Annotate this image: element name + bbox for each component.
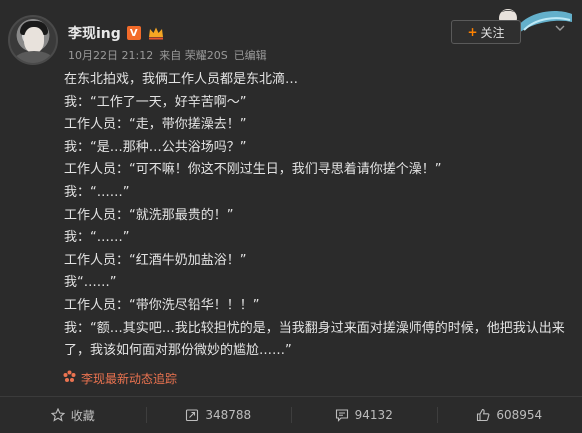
trace-link[interactable]: 李现最新动态追踪 <box>63 370 177 387</box>
plus-icon: + <box>467 25 478 39</box>
repost-button[interactable]: 348788 <box>145 397 292 433</box>
repost-icon <box>186 409 199 422</box>
source: 来自 荣耀20S <box>159 49 228 62</box>
verified-badge-icon[interactable]: V <box>126 26 141 40</box>
like-button[interactable]: 608954 <box>436 397 582 433</box>
post-content: 在东北拍戏，我俩工作人员都是东北滴… 我：“工作了一天，好辛苦啊～” 工作人员：… <box>64 69 574 363</box>
comment-count: 94132 <box>354 408 393 422</box>
post-line: 工作人员：“红酒牛奶加盐浴！” <box>64 252 247 268</box>
post-line: 工作人员：“可不嘛！你这不刚过生日，我们寻思着请你搓个澡！” <box>64 162 442 178</box>
username[interactable]: 李现ing <box>68 23 121 43</box>
name-row: 李现ing V <box>68 24 165 42</box>
post-line: 工作人员：“带你洗尽铅华！！！” <box>64 297 260 313</box>
post-line: 我：“……” <box>64 184 130 200</box>
comment-button[interactable]: 94132 <box>291 397 437 433</box>
favorite-button[interactable]: 收藏 <box>0 397 146 433</box>
post-line: 工作人员：“就洗那最贵的！” <box>64 207 234 223</box>
chevron-down-icon[interactable] <box>553 21 567 35</box>
avatar-body <box>14 51 54 63</box>
comment-icon <box>335 409 348 422</box>
follow-label: 关注 <box>480 25 505 40</box>
thumbs-up-icon <box>477 408 490 422</box>
weibo-card: 李现ing V 10月22日 21:12 来自 荣耀20S 已编辑 + 关注 在… <box>0 0 582 433</box>
trace-label: 李现最新动态追踪 <box>81 372 178 386</box>
favorite-label: 收藏 <box>70 408 95 423</box>
post-meta: 10月22日 21:12 来自 荣耀20S 已编辑 <box>68 47 267 63</box>
post-line: 工作人员：“走，带你搓澡去！” <box>64 117 247 133</box>
post-line: 我：“是…那种…公共浴场吗？” <box>64 139 247 155</box>
flower-icon <box>63 370 76 387</box>
post-line: 我：“……” <box>64 230 130 246</box>
action-bar: 收藏 348788 94132 608954 <box>0 397 582 433</box>
avatar[interactable] <box>8 15 58 65</box>
post-line: 我“……” <box>64 275 117 291</box>
repost-count: 348788 <box>205 408 252 422</box>
star-icon <box>50 408 65 422</box>
avatar-face <box>24 27 44 53</box>
timestamp[interactable]: 10月22日 21:12 <box>68 47 153 63</box>
follow-button[interactable]: + 关注 <box>451 20 521 44</box>
post-line: 我：“工作了一天，好辛苦啊～” <box>64 94 247 110</box>
post-line: 在东北拍戏，我俩工作人员都是东北滴… <box>64 72 299 87</box>
edited-label[interactable]: 已编辑 <box>234 47 267 63</box>
like-count: 608954 <box>496 408 543 422</box>
vip-crown-icon[interactable] <box>147 26 165 40</box>
post-line: 我：“额…其实吧…我比较担忧的是，当我翻身过来面对搓澡师傅的时候，他把我认出来了… <box>64 320 565 359</box>
